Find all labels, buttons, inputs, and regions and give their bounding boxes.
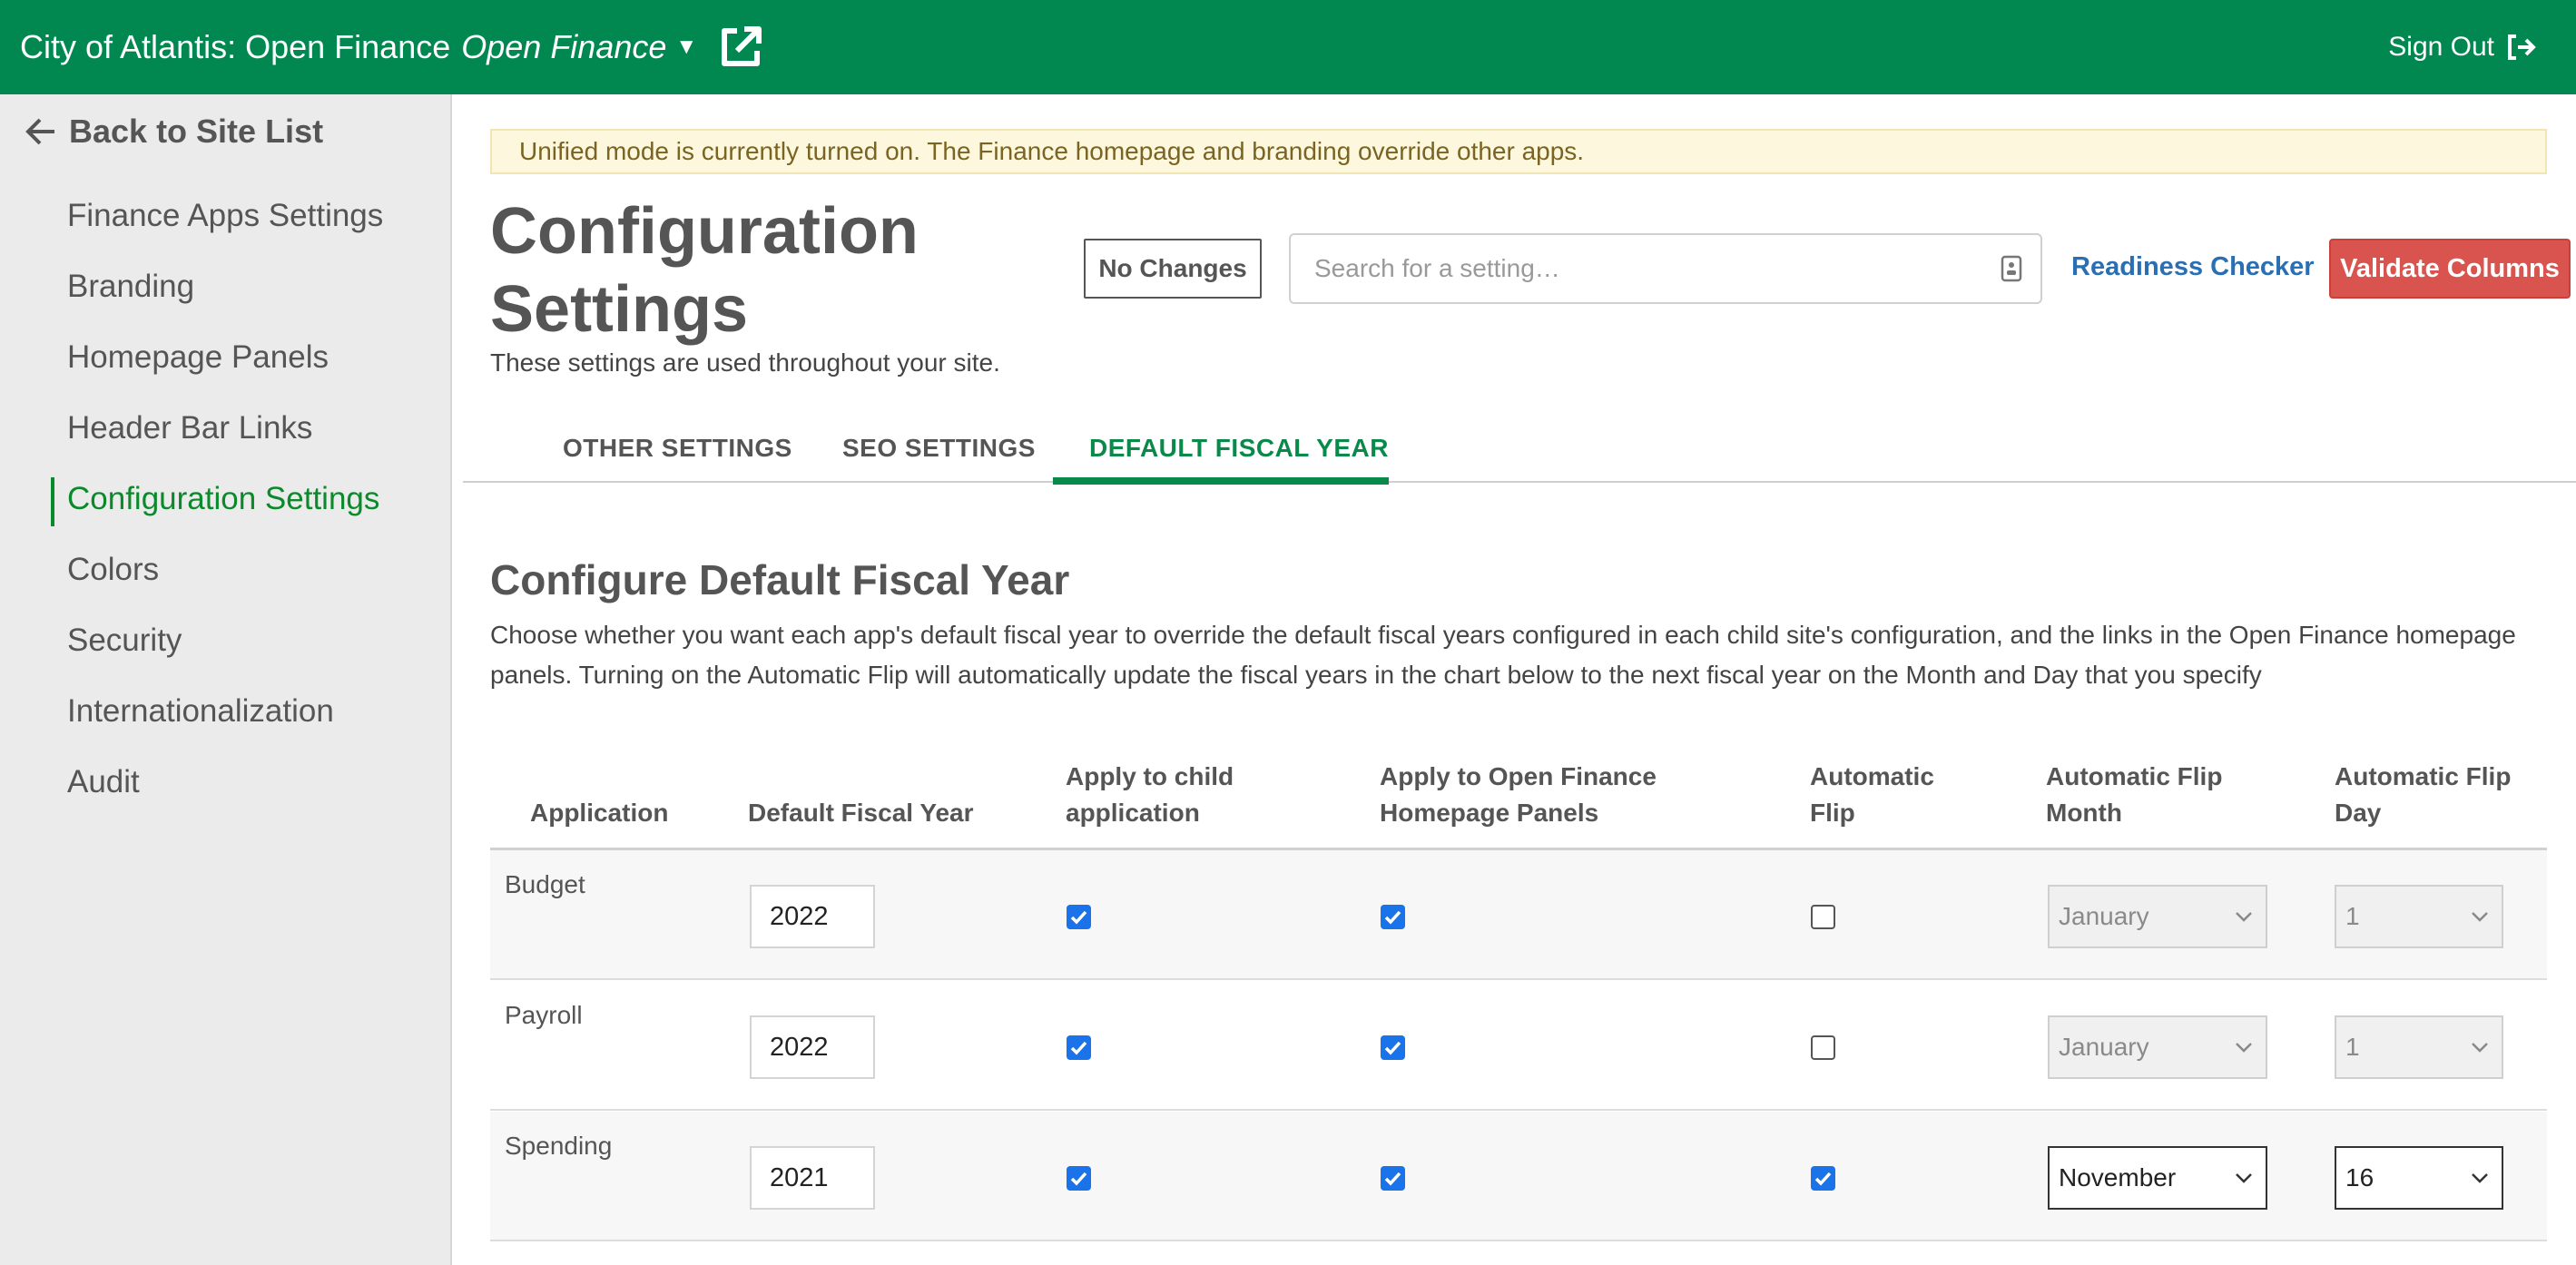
back-to-site-list-link[interactable]: Back to Site List <box>24 113 323 151</box>
apply-child-checkbox[interactable] <box>1067 905 1091 929</box>
default-fiscal-year-input[interactable] <box>750 885 875 948</box>
flip-month-select[interactable]: January <box>2048 1015 2267 1079</box>
tabs-divider <box>463 481 2576 483</box>
search-box[interactable] <box>1289 233 2042 304</box>
flip-month-select[interactable]: November <box>2048 1146 2267 1210</box>
sign-out-icon <box>2508 34 2536 60</box>
default-fiscal-year-input[interactable] <box>750 1146 875 1210</box>
sign-out-link[interactable]: Sign Out <box>2388 0 2536 94</box>
sidebar-item-homepage-panels[interactable]: Homepage Panels <box>67 339 329 376</box>
flip-day-select[interactable]: 16 <box>2335 1146 2503 1210</box>
column-header-apply-child: Apply to child application <box>1066 762 1234 827</box>
table-row: Spending November 16 <box>490 1112 2547 1241</box>
flip-day-value: 16 <box>2345 1163 2374 1191</box>
apply-homepage-checkbox[interactable] <box>1381 1166 1405 1191</box>
no-changes-button[interactable]: No Changes <box>1084 239 1262 299</box>
automatic-flip-checkbox[interactable] <box>1811 1035 1835 1060</box>
application-name: Spending <box>505 1132 613 1160</box>
search-input[interactable] <box>1313 253 1966 284</box>
column-header-apply-homepage: Apply to Open Finance Homepage Panels <box>1380 762 1657 827</box>
top-header-bar: City of Atlantis: Open Finance Open Fina… <box>0 0 2576 94</box>
automatic-flip-checkbox[interactable] <box>1811 1166 1835 1191</box>
flip-day-select[interactable]: 1 <box>2335 1015 2503 1079</box>
sidebar-item-finance-apps-settings[interactable]: Finance Apps Settings <box>67 198 383 234</box>
chevron-down-icon <box>2472 1173 2488 1183</box>
apply-homepage-checkbox[interactable] <box>1381 905 1405 929</box>
flip-month-value: January <box>2059 902 2149 930</box>
flip-month-value: November <box>2059 1163 2177 1191</box>
back-to-site-list-label: Back to Site List <box>69 113 324 150</box>
readiness-checker-link[interactable]: Readiness Checker <box>2071 252 2315 282</box>
chevron-down-icon <box>2472 1043 2488 1053</box>
table-row: Payroll January 1 <box>490 981 2547 1111</box>
active-tab-indicator <box>1053 477 1389 485</box>
flip-day-select[interactable]: 1 <box>2335 885 2503 948</box>
sidebar-item-branding[interactable]: Branding <box>67 269 194 305</box>
sidebar-item-internationalization[interactable]: Internationalization <box>67 693 334 730</box>
chevron-down-icon <box>2236 1173 2252 1183</box>
column-header-flip-day: Automatic Flip Day <box>2335 762 2512 827</box>
section-description: Choose whether you want each app's defau… <box>490 621 2516 689</box>
flip-day-value: 1 <box>2345 1033 2360 1061</box>
contact-card-icon <box>2001 255 2022 289</box>
flip-month-value: January <box>2059 1033 2149 1061</box>
arrow-left-icon <box>25 118 54 145</box>
column-header-flip-month: Automatic Flip Month <box>2046 762 2223 827</box>
apply-homepage-checkbox[interactable] <box>1381 1035 1405 1060</box>
app-switcher-dropdown[interactable]: Open Finance ▼ <box>461 28 697 66</box>
page-subtitle: These settings are used throughout your … <box>490 348 1000 377</box>
app-switcher-label: Open Finance <box>461 28 667 65</box>
sidebar-item-audit[interactable]: Audit <box>67 764 140 800</box>
tab-seo-settings[interactable]: SEO SETTINGS <box>842 434 1036 463</box>
banner-text: Unified mode is currently turned on. The… <box>519 137 1585 165</box>
sidebar-active-indicator <box>51 477 54 526</box>
site-title[interactable]: City of Atlantis: Open Finance <box>20 28 450 66</box>
external-link-icon[interactable] <box>717 23 766 72</box>
flip-month-select[interactable]: January <box>2048 885 2267 948</box>
caret-down-icon: ▼ <box>675 34 698 59</box>
table-row: Budget January 1 <box>490 850 2547 980</box>
column-header-automatic-flip: Automatic Flip <box>1810 762 1934 827</box>
page-title: Configuration Settings <box>490 195 919 346</box>
chevron-down-icon <box>2236 912 2252 922</box>
tab-other-settings[interactable]: OTHER SETTINGS <box>563 434 792 463</box>
column-header-default-fiscal-year: Default Fiscal Year <box>748 799 974 827</box>
automatic-flip-checkbox[interactable] <box>1811 905 1835 929</box>
sign-out-label: Sign Out <box>2388 32 2494 62</box>
section-title: Configure Default Fiscal Year <box>490 556 1070 603</box>
apply-child-checkbox[interactable] <box>1067 1035 1091 1060</box>
sidebar-item-colors[interactable]: Colors <box>67 552 159 588</box>
apply-child-checkbox[interactable] <box>1067 1166 1091 1191</box>
validate-columns-button[interactable]: Validate Columns <box>2329 239 2571 299</box>
flip-day-value: 1 <box>2345 902 2360 930</box>
application-name: Budget <box>505 870 585 898</box>
tab-default-fiscal-year[interactable]: DEFAULT FISCAL YEAR <box>1089 434 1389 463</box>
application-name: Payroll <box>505 1001 583 1029</box>
column-header-application: Application <box>530 799 669 827</box>
sidebar-item-header-bar-links[interactable]: Header Bar Links <box>67 410 312 446</box>
chevron-down-icon <box>2472 912 2488 922</box>
sidebar-item-security[interactable]: Security <box>67 623 182 659</box>
sidebar-item-configuration-settings[interactable]: Configuration Settings <box>67 481 379 517</box>
unified-mode-banner: Unified mode is currently turned on. The… <box>490 129 2547 174</box>
chevron-down-icon <box>2236 1043 2252 1053</box>
default-fiscal-year-input[interactable] <box>750 1015 875 1079</box>
